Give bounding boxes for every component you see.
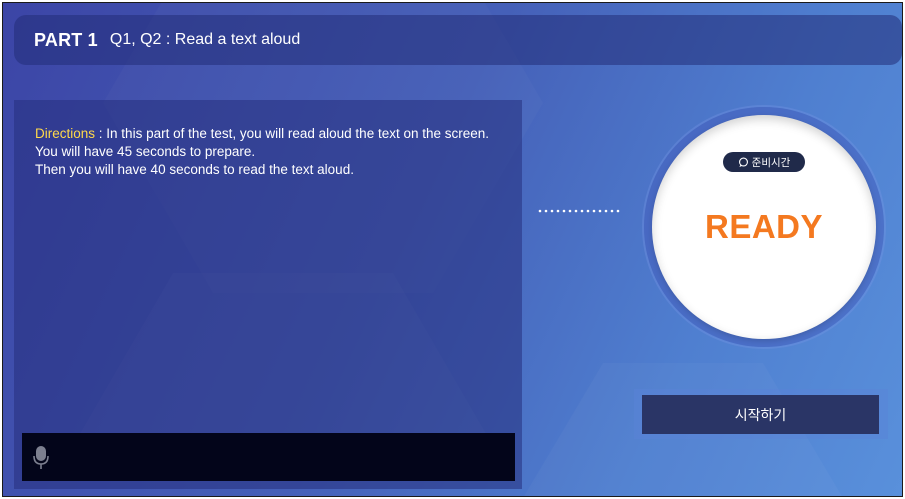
part-header: PART 1 Q1, Q2 : Read a text aloud [14,15,902,65]
directions-label: Directions [35,126,96,141]
chat-bubble-icon [738,157,748,167]
ready-status: READY [704,208,824,245]
question-title: Q1, Q2 : Read a text aloud [109,31,301,48]
directions-line-2: You will have 45 seconds to prepare. [35,144,256,159]
directions-text: Directions : In this part of the test, y… [35,125,505,179]
prep-time-label: 준비시간 [751,156,791,169]
start-button[interactable]: 시작하기 [642,395,879,434]
directions-line-3: Then you will have 40 seconds to read th… [35,162,354,177]
test-screen: PART 1 Q1, Q2 : Read a text aloud Direct… [2,2,903,497]
dotted-connector [538,209,620,213]
recording-bar [22,433,515,481]
directions-separator: : [95,126,107,141]
directions-line-1: In this part of the test, you will read … [106,126,490,141]
directions-panel: Directions : In this part of the test, y… [14,100,522,489]
part-label: PART 1 [34,29,98,50]
prep-time-badge: 준비시간 [723,152,805,172]
microphone-icon [33,446,49,469]
